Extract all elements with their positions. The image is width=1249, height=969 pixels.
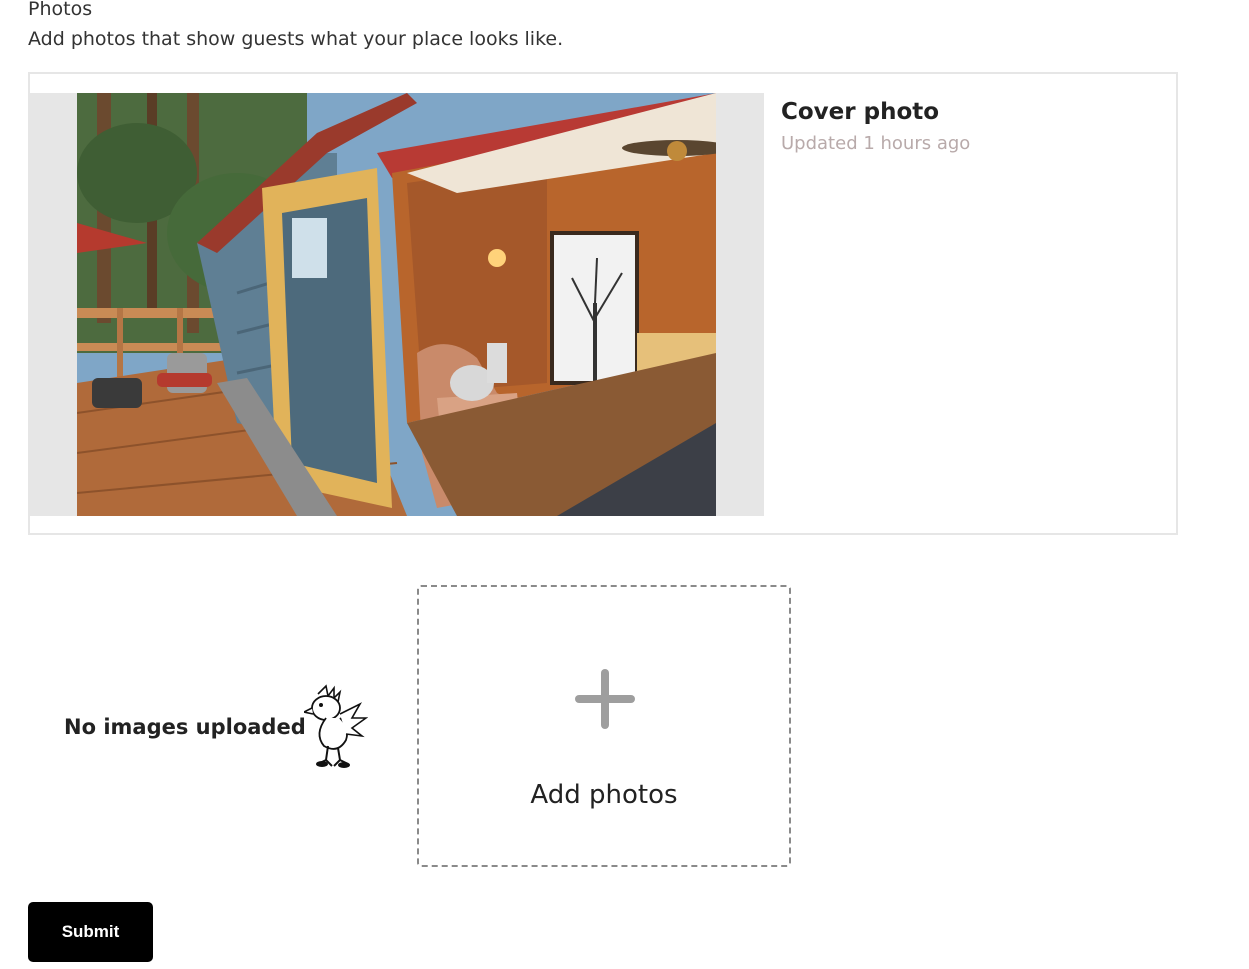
add-photos-dropzone[interactable]: Add photos: [417, 585, 791, 867]
chocobo-mascot-icon: [301, 684, 369, 770]
cover-photo-heading: Cover photo: [781, 99, 940, 125]
cover-photo-updated-time: Updated 1 hours ago: [781, 133, 971, 154]
empty-state: No images uploaded: [64, 684, 374, 774]
section-title: Photos: [28, 0, 93, 20]
submit-button[interactable]: Submit: [28, 902, 153, 962]
cover-photo-frame: [30, 93, 764, 516]
add-photos-label: Add photos: [530, 780, 678, 810]
photos-page: Photos Add photos that show guests what …: [0, 0, 1249, 969]
section-subtitle: Add photos that show guests what your pl…: [28, 28, 564, 50]
cover-photo-image[interactable]: [77, 93, 716, 516]
plus-icon: [575, 669, 635, 729]
empty-state-label: No images uploaded: [64, 715, 306, 739]
cover-photo-card: Cover photo Updated 1 hours ago: [28, 72, 1178, 535]
